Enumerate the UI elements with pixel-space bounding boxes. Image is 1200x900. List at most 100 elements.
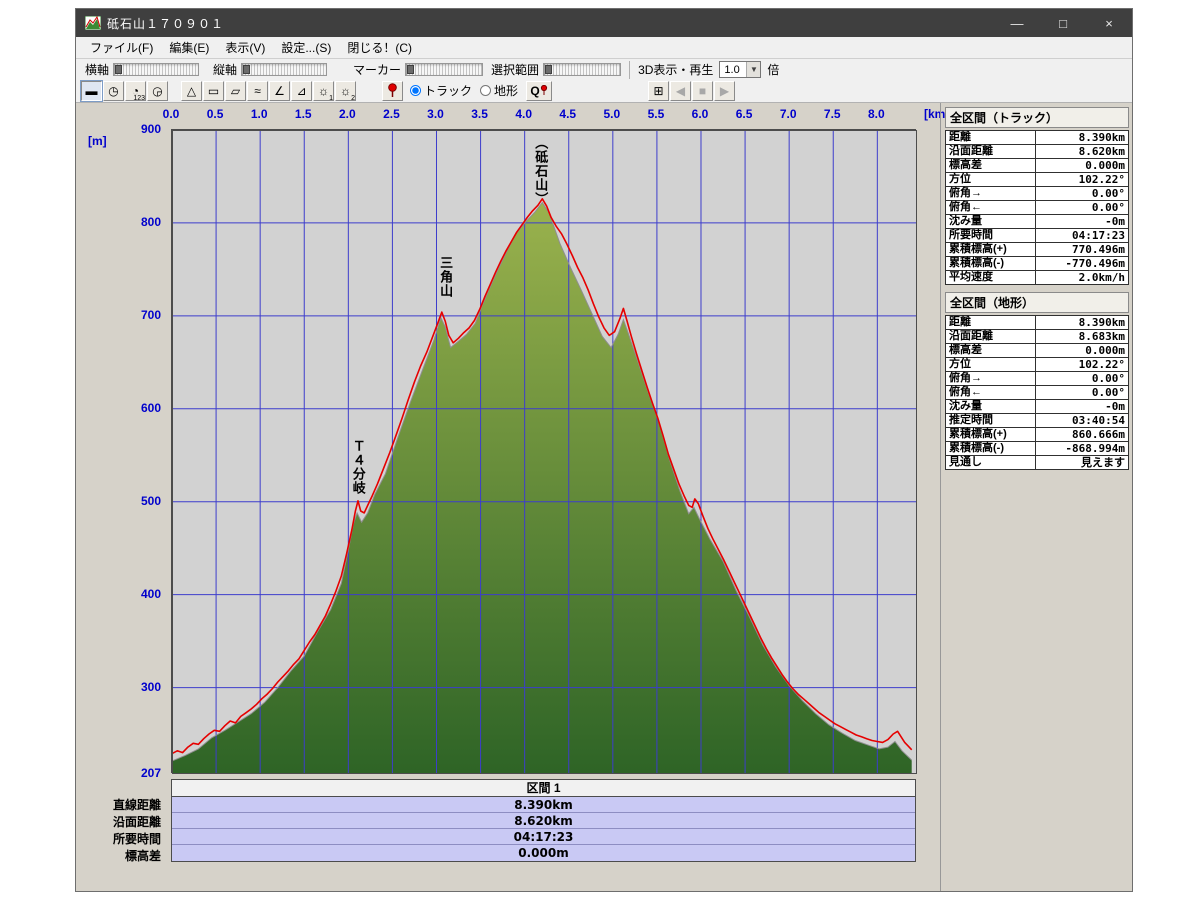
marker-target-terrain-option[interactable]: 地形: [480, 82, 518, 99]
stat-label: 沈み量: [944, 399, 1037, 414]
x-tick-label: 4.5: [559, 107, 577, 121]
x-tick-label: 5.5: [647, 107, 665, 121]
stat-row: 俯角← 0.00°: [944, 200, 1129, 215]
xaxis-distance-button[interactable]: ▬: [80, 79, 103, 102]
marker-pin-button[interactable]: [382, 80, 403, 101]
y-tick-label: 400: [140, 586, 161, 601]
stat-value: -0m: [1035, 214, 1129, 229]
graph-angle-button[interactable]: ⊿: [291, 80, 312, 101]
haxis-label: 横軸: [85, 63, 110, 77]
marker-target-track-radio[interactable]: [410, 85, 421, 96]
graph-slope-button[interactable]: ∠: [269, 80, 290, 101]
menu-close[interactable]: 閉じる！(C): [339, 37, 420, 58]
stat-label: 標高差: [944, 158, 1037, 173]
stat-row: 所要時間 04:17:23: [944, 228, 1129, 243]
sub-label: 1: [329, 94, 333, 102]
playback-play-button[interactable]: ▶: [714, 80, 736, 101]
stat-label: 累積標高(+): [944, 427, 1037, 442]
toolbar: 横軸 縦軸 マーカー 選択範囲 3D表示・再生 1.0 ▼ 倍 ▬ ◷ ◔ 123 ◶ …: [76, 59, 1132, 103]
selection-range-thumb[interactable]: [545, 65, 553, 74]
xaxis-elapsed-time-button[interactable]: ◷: [103, 80, 124, 101]
stat-value: -770.496m: [1035, 256, 1129, 271]
vaxis-zoom-slider[interactable]: [241, 63, 328, 76]
xaxis-pace-button[interactable]: ◶: [147, 80, 168, 101]
graph-band-icon: ▱: [230, 83, 241, 98]
marker-position-slider[interactable]: [405, 63, 484, 76]
vaxis-zoom-thumb[interactable]: [243, 65, 251, 74]
graph-speed-button[interactable]: ≈: [247, 80, 268, 101]
graph-speed-icon: ≈: [254, 83, 261, 98]
close-button[interactable]: ×: [1086, 9, 1132, 37]
selection-range-slider[interactable]: [543, 63, 622, 76]
minimize-button[interactable]: —: [994, 9, 1040, 37]
stat-value: -0m: [1035, 399, 1129, 414]
stat-row: 方位 102.22°: [944, 357, 1129, 372]
stat-row: 標高差 0.000m: [944, 158, 1129, 173]
chart-region: [m] 0.0 0.5 1.0 1.5 2.0 2.5 3.0 3.5 4.0 4.5 5.0 5.5…: [76, 103, 949, 891]
graph-area-button[interactable]: △: [181, 80, 202, 101]
vaxis-label: 縦軸: [213, 63, 238, 77]
marker-label: マーカー: [353, 63, 402, 77]
stat-label: 俯角←: [944, 385, 1037, 400]
marker-target-terrain-radio[interactable]: [480, 85, 492, 96]
stat-value: 0.000m: [1035, 158, 1129, 173]
stat-label: 累積標高(-): [944, 256, 1037, 271]
marker-position-thumb[interactable]: [407, 65, 415, 74]
playback-position-button[interactable]: ⊞: [648, 80, 670, 101]
menu-settings[interactable]: 設定...(S): [273, 37, 339, 58]
stat-value: 8.390km: [1035, 130, 1129, 145]
stat-label: 方位: [944, 172, 1037, 187]
playback-stop-button[interactable]: ■: [692, 80, 714, 101]
graph-line-icon: ▭: [207, 83, 220, 98]
playback-position-icon: ⊞: [653, 83, 664, 98]
stat-row: 推定時間 03:40:54: [944, 413, 1129, 428]
marker-delete-button[interactable]: Q: [526, 80, 553, 101]
stat-value: 860.666m: [1035, 427, 1129, 442]
stat-row: 俯角→ 0.00°: [944, 371, 1129, 386]
sub-label: 2: [351, 94, 355, 102]
y-tick-label: 900: [140, 122, 161, 136]
graph-option2-button[interactable]: ☼ 2: [335, 80, 356, 102]
stat-label: 見通し: [944, 455, 1037, 470]
x-tick-label: 3.5: [471, 107, 488, 121]
playback-label: 3D表示・再生: [638, 63, 714, 77]
chart-svg[interactable]: [172, 130, 917, 774]
content-area: [m] 0.0 0.5 1.0 1.5 2.0 2.5 3.0 3.5 4.0 4.5 5.0 5.5…: [76, 103, 1132, 891]
graph-band-button[interactable]: ▱: [225, 80, 246, 101]
elevation-profile-chart[interactable]: [171, 129, 917, 774]
stat-label: 俯角→: [944, 371, 1037, 386]
x-tick-label: 0.5: [206, 107, 224, 121]
haxis-zoom-thumb[interactable]: [115, 65, 123, 74]
menu-view[interactable]: 表示(V): [217, 37, 273, 58]
xaxis-distance-icon: ▬: [85, 83, 98, 98]
stat-label: 所要時間: [944, 228, 1037, 243]
graph-line-button[interactable]: ▭: [203, 80, 224, 101]
playback-speed-value: 1.0: [724, 63, 740, 76]
menu-file[interactable]: ファイル(F): [82, 37, 161, 58]
marker-target-track-label: トラック: [424, 84, 473, 98]
maximize-button[interactable]: □: [1040, 9, 1086, 37]
window-title: 砥石山１７０９０１: [107, 16, 225, 31]
title-bar: 砥石山１７０９０１ — □ ×: [76, 9, 1132, 37]
section-info-table: 区間 1 8.390km 8.620km 04:17:23 0.000m: [171, 779, 916, 862]
panel-terrain-table: 距離 8.390km 沿面距離 8.683km 標高差 0.000m 方位 102.22° 俯角…: [944, 315, 1129, 470]
playback-rewind-button[interactable]: ◀: [670, 80, 692, 101]
haxis-zoom-slider[interactable]: [113, 63, 200, 76]
marker-target-terrain-label: 地形: [494, 84, 519, 98]
stat-row: 沿面距離 8.683km: [944, 329, 1129, 344]
stat-row: 累積標高(-) -770.496m: [944, 256, 1129, 271]
separator: [629, 60, 631, 79]
stat-row: 累積標高(-) -868.994m: [944, 441, 1129, 456]
xaxis-clock-time-button[interactable]: ◔ 123: [125, 80, 146, 102]
stat-value: 102.22°: [1035, 172, 1129, 187]
graph-option1-button[interactable]: ☼ 1: [313, 80, 334, 102]
menu-edit[interactable]: 編集(E): [161, 37, 217, 58]
chevron-down-icon[interactable]: ▼: [746, 62, 761, 77]
stat-label: 累積標高(+): [944, 242, 1037, 257]
stat-value: 0.00°: [1035, 385, 1129, 400]
playback-speed-select[interactable]: 1.0 ▼: [719, 61, 762, 78]
sub-label: 123: [133, 94, 145, 102]
marker-target-track-option[interactable]: トラック: [410, 82, 472, 99]
stat-label: 沈み量: [944, 214, 1037, 229]
stat-value: 770.496m: [1035, 242, 1129, 257]
